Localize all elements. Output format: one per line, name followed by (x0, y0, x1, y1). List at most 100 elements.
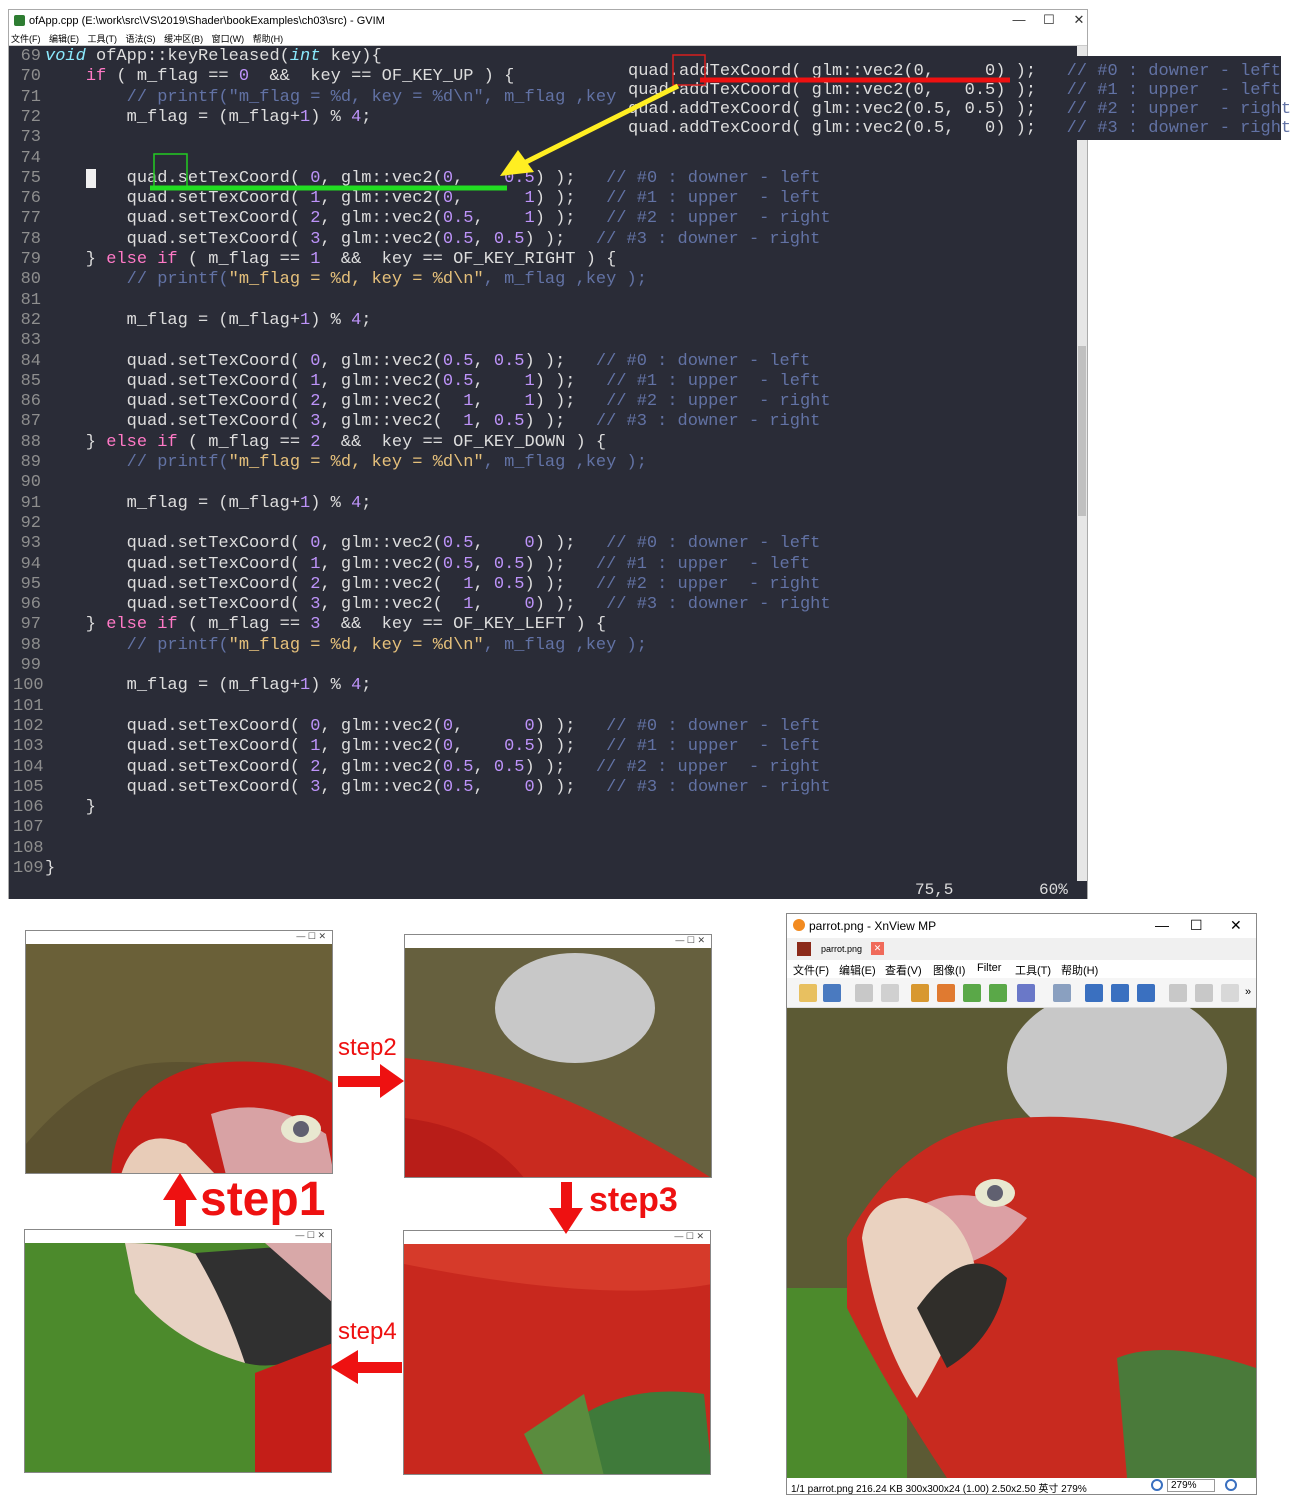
code-line[interactable]: m_flag = (m_flag+1) % 4; (45, 676, 372, 695)
rotate-right-icon[interactable] (989, 984, 1007, 1002)
zoom-icon[interactable] (1151, 1479, 1163, 1491)
inset-code-line: quad.addTexCoord( glm::vec2(0.5, 0.5) );… (628, 100, 1292, 119)
crop-icon[interactable] (911, 984, 929, 1002)
menu-file[interactable]: 文件(F) (793, 962, 829, 978)
code-line[interactable]: // printf("m_flag = %d, key = %d\n", m_f… (45, 88, 647, 107)
code-line[interactable]: void ofApp::keyReleased(int key){ (45, 47, 382, 66)
rotate-left-icon[interactable] (963, 984, 981, 1002)
gvim-titlebar: ofApp.cpp (E:\work\src\VS\2019\Shader\bo… (9, 10, 1087, 32)
line-number: 81 (20, 290, 41, 310)
inset-code-line: quad.addTexCoord( glm::vec2(0, 0) ); // … (628, 62, 1281, 81)
line-number: 87 (20, 412, 41, 432)
code-line[interactable]: quad.setTexCoord( 2, glm::vec2( 1, 1) );… (45, 392, 831, 411)
browser-icon[interactable] (799, 984, 817, 1002)
line-number: 84 (20, 351, 41, 371)
step-window-2: — ☐ ✕ (404, 934, 712, 1178)
code-line[interactable]: m_flag = (m_flag+1) % 4; (45, 311, 372, 330)
close-icon[interactable]: ✕ (1064, 12, 1094, 28)
menu-syntax[interactable]: 语法(S) (126, 34, 156, 44)
scrollbar-thumb[interactable] (1078, 346, 1086, 516)
line-number: 92 (20, 513, 41, 533)
code-line[interactable]: } else if ( m_flag == 3 && key == OF_KEY… (45, 615, 606, 634)
cursor-position: 75,5 (915, 881, 954, 899)
line-number: 71 (20, 87, 41, 107)
code-line[interactable]: } else if ( m_flag == 2 && key == OF_KEY… (45, 433, 606, 452)
line-number: 74 (20, 148, 41, 168)
menu-window[interactable]: 窗口(W) (212, 34, 245, 44)
zoom-out-icon[interactable] (1137, 984, 1155, 1002)
tab-close-icon[interactable]: ✕ (871, 942, 884, 955)
code-line[interactable]: } (45, 859, 55, 878)
code-line[interactable]: m_flag = (m_flag+1) % 4; (45, 494, 372, 513)
menu-tools[interactable]: 工具(T) (88, 34, 118, 44)
parrot-crop-top-right-image (405, 948, 711, 1177)
menu-image[interactable]: 图像(I) (933, 962, 965, 978)
code-line[interactable]: quad.setTexCoord( 1, glm::vec2(0.5, 1) )… (45, 372, 821, 391)
code-line[interactable]: m_flag = (m_flag+1) % 4; (45, 108, 372, 127)
zoom-out-status-icon[interactable] (1225, 1479, 1237, 1491)
line-number: 106 (13, 798, 44, 818)
code-line[interactable]: } (45, 798, 96, 817)
export-icon[interactable] (1221, 984, 1239, 1002)
code-line[interactable]: // printf("m_flag = %d, key = %d\n", m_f… (45, 270, 647, 289)
code-line[interactable]: quad.setTexCoord( 0, glm::vec2(0.5, 0.5)… (45, 352, 811, 371)
undo-icon[interactable] (855, 984, 873, 1002)
menu-filter[interactable]: Filter (977, 962, 1001, 974)
zoom-fit-icon[interactable] (1111, 984, 1129, 1002)
line-number: 105 (13, 777, 44, 797)
code-line[interactable]: quad.setTexCoord( 2, glm::vec2( 1, 0.5) … (45, 575, 821, 594)
resize-icon[interactable] (937, 984, 955, 1002)
maximize-icon[interactable]: ☐ (1190, 917, 1203, 934)
tab-parrot[interactable]: parrot.png (821, 944, 862, 954)
zoom-field[interactable]: 279% (1167, 1479, 1215, 1492)
code-line[interactable]: quad.setTexCoord( 2, glm::vec2(0.5, 1) )… (45, 209, 831, 228)
menu-view[interactable]: 查看(V) (885, 962, 922, 978)
menu-tools[interactable]: 工具(T) (1015, 962, 1051, 978)
close-icon[interactable]: ✕ (1230, 917, 1242, 934)
line-number: 96 (20, 595, 41, 615)
zoom-in-icon[interactable] (1085, 984, 1103, 1002)
menu-file[interactable]: 文件(F) (11, 34, 41, 44)
xnview-titlebar: parrot.png - XnView MP — ☐ ✕ (787, 914, 1256, 938)
previous-icon[interactable] (1169, 984, 1187, 1002)
code-line[interactable]: if ( m_flag == 0 && key == OF_KEY_UP ) { (45, 67, 514, 86)
line-number: 83 (20, 331, 41, 351)
save-icon[interactable] (823, 984, 841, 1002)
line-number: 82 (20, 310, 41, 330)
menu-edit[interactable]: 编辑(E) (839, 962, 876, 978)
menu-help[interactable]: 帮助(H) (1061, 962, 1098, 978)
code-line[interactable]: quad.setTexCoord( 1, glm::vec2(0, 0.5) )… (45, 737, 821, 756)
code-line[interactable]: quad.setTexCoord( 1, glm::vec2(0.5, 0.5)… (45, 555, 811, 574)
code-line[interactable]: quad.setTexCoord( 0, glm::vec2(0, 0) ); … (45, 717, 821, 736)
code-line[interactable]: quad.setTexCoord( 0, glm::vec2(0, 0.5) )… (45, 168, 820, 188)
code-line[interactable]: quad.setTexCoord( 0, glm::vec2(0.5, 0) )… (45, 534, 821, 553)
code-line[interactable]: quad.setTexCoord( 2, glm::vec2(0.5, 0.5)… (45, 758, 821, 777)
levels-icon[interactable] (1053, 984, 1071, 1002)
maximize-icon[interactable]: ☐ (1034, 12, 1064, 28)
code-line[interactable]: quad.setTexCoord( 3, glm::vec2(0.5, 0.5)… (45, 230, 821, 249)
toolbar-overflow-icon[interactable]: » (1245, 986, 1251, 998)
thumbnail-icon[interactable] (797, 942, 811, 956)
line-number: 77 (20, 209, 41, 229)
next-icon[interactable] (1195, 984, 1213, 1002)
editor-scrollbar[interactable] (1077, 46, 1087, 881)
color-icon[interactable] (1017, 984, 1035, 1002)
code-line[interactable]: quad.setTexCoord( 3, glm::vec2(0.5, 0) )… (45, 778, 831, 797)
code-line[interactable]: quad.setTexCoord( 3, glm::vec2( 1, 0.5) … (45, 412, 821, 431)
code-line[interactable]: } else if ( m_flag == 1 && key == OF_KEY… (45, 250, 617, 269)
menu-help[interactable]: 帮助(H) (253, 34, 284, 44)
line-number: 108 (13, 838, 44, 858)
select-icon[interactable] (881, 984, 899, 1002)
minimize-icon[interactable]: — (1004, 12, 1034, 27)
code-line[interactable]: // printf("m_flag = %d, key = %d\n", m_f… (45, 453, 647, 472)
menu-edit[interactable]: 编辑(E) (49, 34, 79, 44)
code-editor[interactable]: 69 void ofApp::keyReleased(int key){70 if… (9, 46, 1077, 881)
minimize-icon[interactable]: — (1155, 917, 1169, 933)
code-line[interactable]: // printf("m_flag = %d, key = %d\n", m_f… (45, 636, 647, 655)
code-line[interactable]: quad.setTexCoord( 3, glm::vec2( 1, 0) );… (45, 595, 831, 614)
window-titlebar: — ☐ ✕ (25, 1230, 331, 1243)
image-info: 1/1 parrot.png 216.24 KB 300x300x24 (1.0… (791, 1484, 1087, 1495)
line-number: 86 (20, 392, 41, 412)
code-line[interactable]: quad.setTexCoord( 1, glm::vec2(0, 1) ); … (45, 189, 821, 208)
menu-buffers[interactable]: 缓冲区(B) (164, 34, 203, 44)
